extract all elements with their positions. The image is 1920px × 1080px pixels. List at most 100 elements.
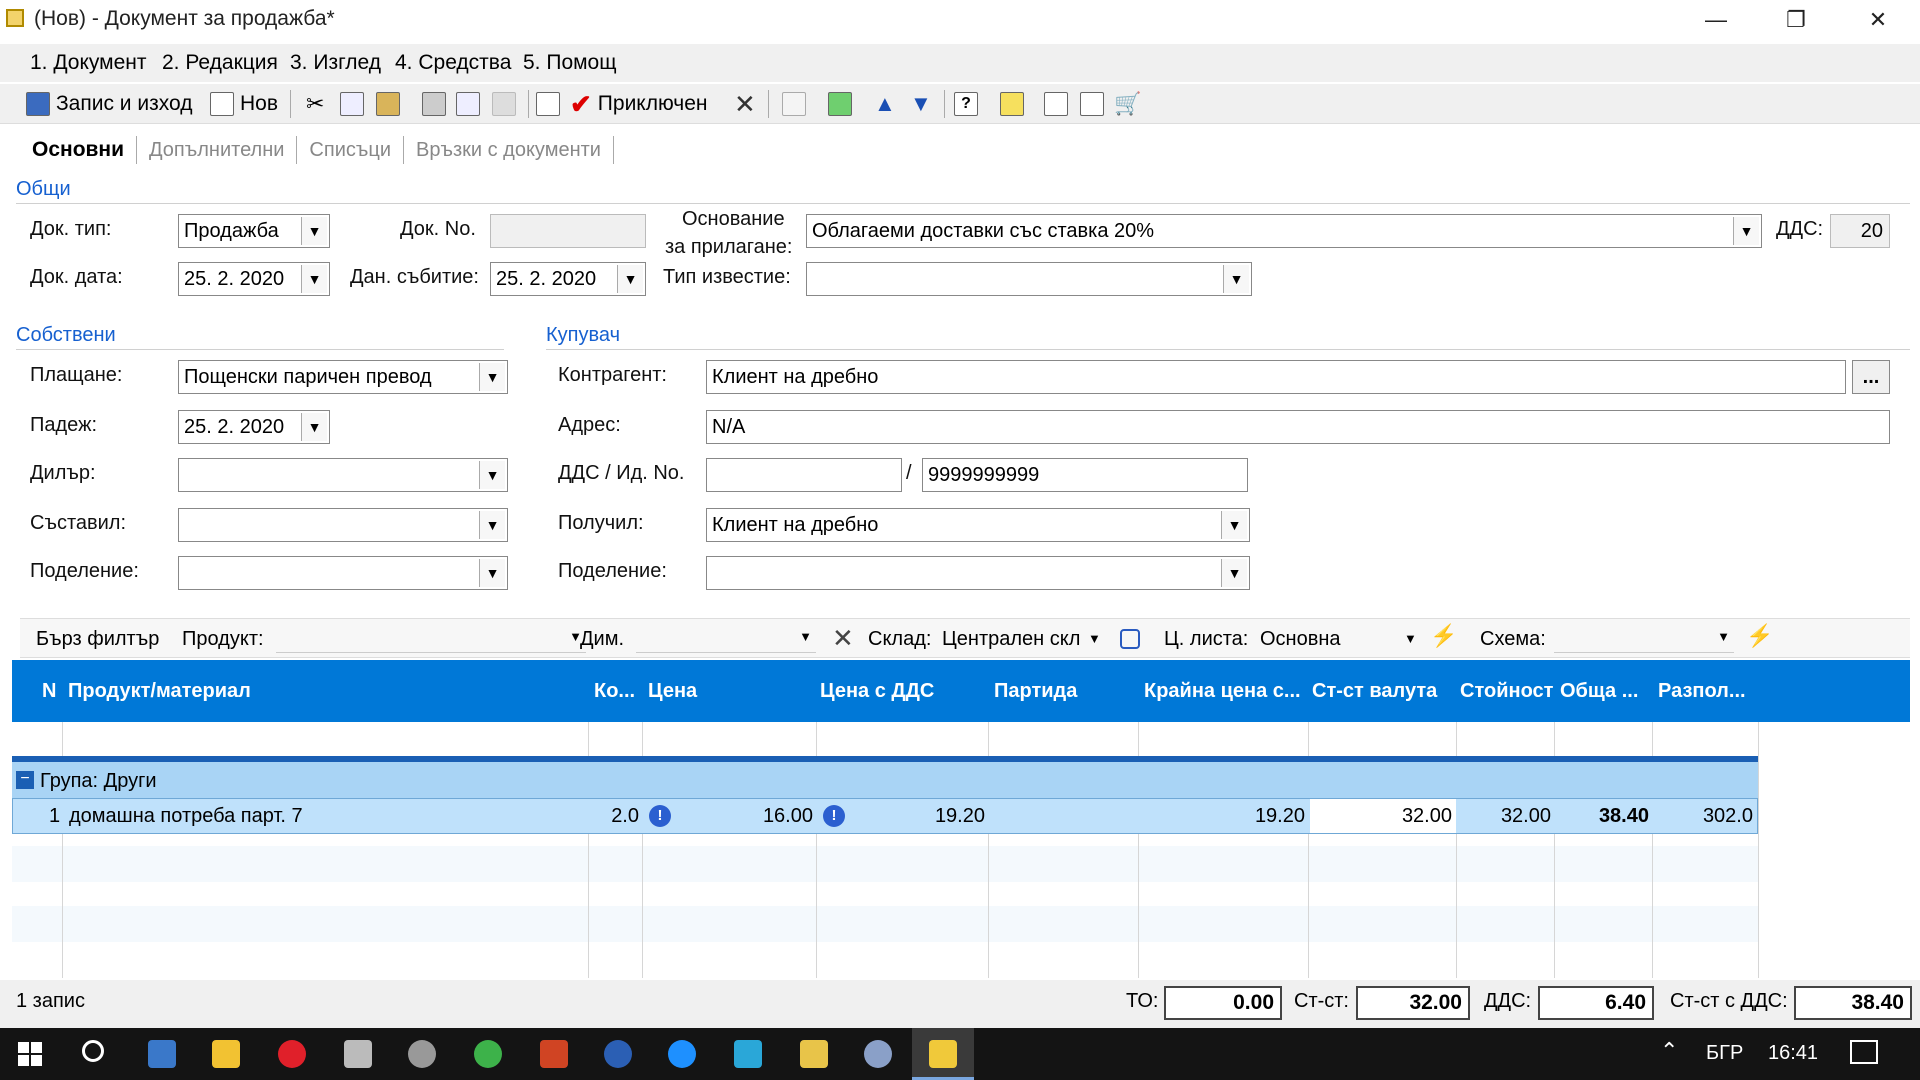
minimize-button[interactable]: —	[1686, 4, 1746, 36]
calendar-button[interactable]	[1000, 88, 1024, 120]
menu-edit[interactable]: 2. Редакция	[162, 51, 278, 75]
presentation-app-icon[interactable]	[540, 1040, 568, 1068]
windows-start-icon[interactable]	[18, 1042, 42, 1066]
paste-button[interactable]	[376, 88, 400, 120]
table-row[interactable]: 1 домашна потреба парт. 7 2.0 ! 16.00 ! …	[12, 798, 1758, 834]
help-button[interactable]: ?	[954, 88, 978, 120]
warehouse-refresh-icon[interactable]	[1120, 629, 1140, 649]
doc-type-select[interactable]: Продажба ▼	[178, 214, 330, 248]
calculator-icon[interactable]	[344, 1040, 372, 1068]
col-available[interactable]: Разпол...	[1658, 680, 1746, 703]
product-filter-select[interactable]: ▼	[276, 623, 586, 653]
vat-number-field[interactable]	[706, 458, 902, 492]
col-value[interactable]: Стойност	[1460, 680, 1553, 703]
tab-document-links[interactable]: Връзки с документи	[404, 136, 614, 164]
move-down-button[interactable]: ▼	[910, 88, 932, 120]
internet-explorer-icon[interactable]	[668, 1040, 696, 1068]
quick-filter-button[interactable]: Бърз филтър	[36, 628, 159, 651]
cut-button[interactable]: ✂	[306, 88, 330, 120]
move-up-button[interactable]: ▲	[874, 88, 896, 120]
dealer-select[interactable]: ▼	[178, 458, 508, 492]
menu-document[interactable]: 1. Документ	[30, 51, 147, 75]
notice-type-select[interactable]: ▼	[806, 262, 1252, 296]
tab-main[interactable]: Основни	[20, 136, 138, 164]
col-n[interactable]: N	[42, 680, 56, 703]
tab-additional[interactable]: Допълнителни	[137, 136, 298, 164]
display-app-icon[interactable]	[148, 1040, 176, 1068]
address-field[interactable]: N/A	[706, 410, 1890, 444]
col-final-price[interactable]: Крайна цена с...	[1144, 680, 1301, 703]
dimension-filter-select[interactable]: ▼	[636, 623, 816, 653]
active-app-tab[interactable]	[912, 1028, 974, 1080]
author-select[interactable]: ▼	[178, 508, 508, 542]
clock[interactable]: 16:41	[1768, 1042, 1818, 1065]
contractor-field[interactable]: Клиент на дребно	[706, 360, 1846, 394]
due-date-picker[interactable]: 25. 2. 2020 ▼	[178, 410, 330, 444]
row-final-price: 19.20	[1254, 805, 1305, 827]
cart-button[interactable]: 🛒	[1114, 88, 1141, 120]
page-button[interactable]	[1044, 88, 1068, 120]
own-division-select[interactable]: ▼	[178, 556, 508, 590]
chevron-down-icon: ▼	[617, 265, 643, 293]
folder-icon[interactable]	[212, 1040, 240, 1068]
chevron-down-icon: ▼	[1223, 265, 1249, 293]
globe-app-icon[interactable]	[408, 1040, 436, 1068]
vat-rate-field: 20	[1830, 214, 1890, 248]
doc-date-picker[interactable]: 25. 2. 2020 ▼	[178, 262, 330, 296]
notification-icon[interactable]	[1850, 1040, 1878, 1064]
refresh-button[interactable]	[828, 88, 852, 120]
new-button[interactable]: Нов	[210, 88, 278, 120]
menu-view[interactable]: 3. Изглед	[290, 51, 381, 75]
pricelist-select[interactable]: Основна	[1260, 628, 1410, 651]
menu-tools[interactable]: 4. Средства	[395, 51, 511, 75]
clear-filter-icon[interactable]: ✕	[832, 623, 854, 654]
copy-button[interactable]	[340, 88, 364, 120]
word-app-icon[interactable]	[604, 1040, 632, 1068]
send-app-icon[interactable]	[474, 1040, 502, 1068]
runner-icon[interactable]: ⚡	[1746, 623, 1773, 649]
restore-button[interactable]: ❐	[1766, 4, 1826, 36]
buyer-division-select[interactable]: ▼	[706, 556, 1250, 590]
id-number-field[interactable]: 9999999999	[922, 458, 1248, 492]
cancel-button[interactable]: ✕	[734, 88, 756, 120]
opera-icon[interactable]	[278, 1040, 306, 1068]
basis-select[interactable]: Облагаеми доставки със ставка 20% ▼	[806, 214, 1762, 248]
close-button[interactable]: ✕	[1848, 4, 1908, 36]
col-total[interactable]: Обща ...	[1560, 680, 1638, 703]
payment-select[interactable]: Пощенски паричен превод ▼	[178, 360, 508, 394]
scheme-select[interactable]: ▼	[1554, 623, 1734, 653]
page-copy-button[interactable]	[1080, 88, 1104, 120]
warehouse-select[interactable]: Централен скл	[942, 628, 1112, 651]
preview-button[interactable]	[456, 88, 480, 120]
col-price[interactable]: Цена	[648, 680, 697, 703]
row-value-currency-cell[interactable]: 32.00	[1310, 799, 1456, 833]
col-qty[interactable]: Ко...	[594, 680, 635, 703]
menu-help[interactable]: 5. Помощ	[523, 51, 617, 75]
export-button[interactable]	[492, 88, 516, 120]
col-price-vat[interactable]: Цена с ДДС	[820, 680, 934, 703]
input-language[interactable]: БГР	[1706, 1042, 1743, 1065]
tab-lists[interactable]: Списъци	[297, 136, 404, 164]
col-batch[interactable]: Партида	[994, 680, 1077, 703]
erp-app-icon[interactable]	[800, 1040, 828, 1068]
list-button[interactable]	[782, 88, 806, 120]
edit-note-button[interactable]	[536, 88, 560, 120]
doc-no-field[interactable]	[490, 214, 646, 248]
collapse-icon[interactable]: −	[16, 771, 34, 789]
print-button[interactable]	[422, 88, 446, 120]
contractor-browse-button[interactable]: ...	[1852, 360, 1890, 394]
receiver-select[interactable]: Клиент на дребно ▼	[706, 508, 1250, 542]
col-value-currency[interactable]: Ст-ст валута	[1312, 680, 1437, 703]
col-product[interactable]: Продукт/материал	[68, 680, 251, 703]
save-exit-button[interactable]: Запис и изход	[26, 88, 192, 120]
paint-app-icon[interactable]	[864, 1040, 892, 1068]
record-count: 1 запис	[16, 990, 85, 1012]
store-app-icon[interactable]	[734, 1040, 762, 1068]
search-icon[interactable]	[82, 1040, 104, 1062]
runner-icon[interactable]: ⚡	[1430, 623, 1457, 649]
group-row[interactable]: − Група: Други	[12, 762, 1758, 798]
done-button[interactable]: ✔ Приключен	[570, 88, 707, 120]
totals-bar: 1 запис ТО: 0.00 Ст-ст: 32.00 ДДС: 6.40 …	[0, 980, 1920, 1028]
tax-event-date-picker[interactable]: 25. 2. 2020 ▼	[490, 262, 646, 296]
chevron-up-icon[interactable]: ⌃	[1660, 1038, 1678, 1064]
